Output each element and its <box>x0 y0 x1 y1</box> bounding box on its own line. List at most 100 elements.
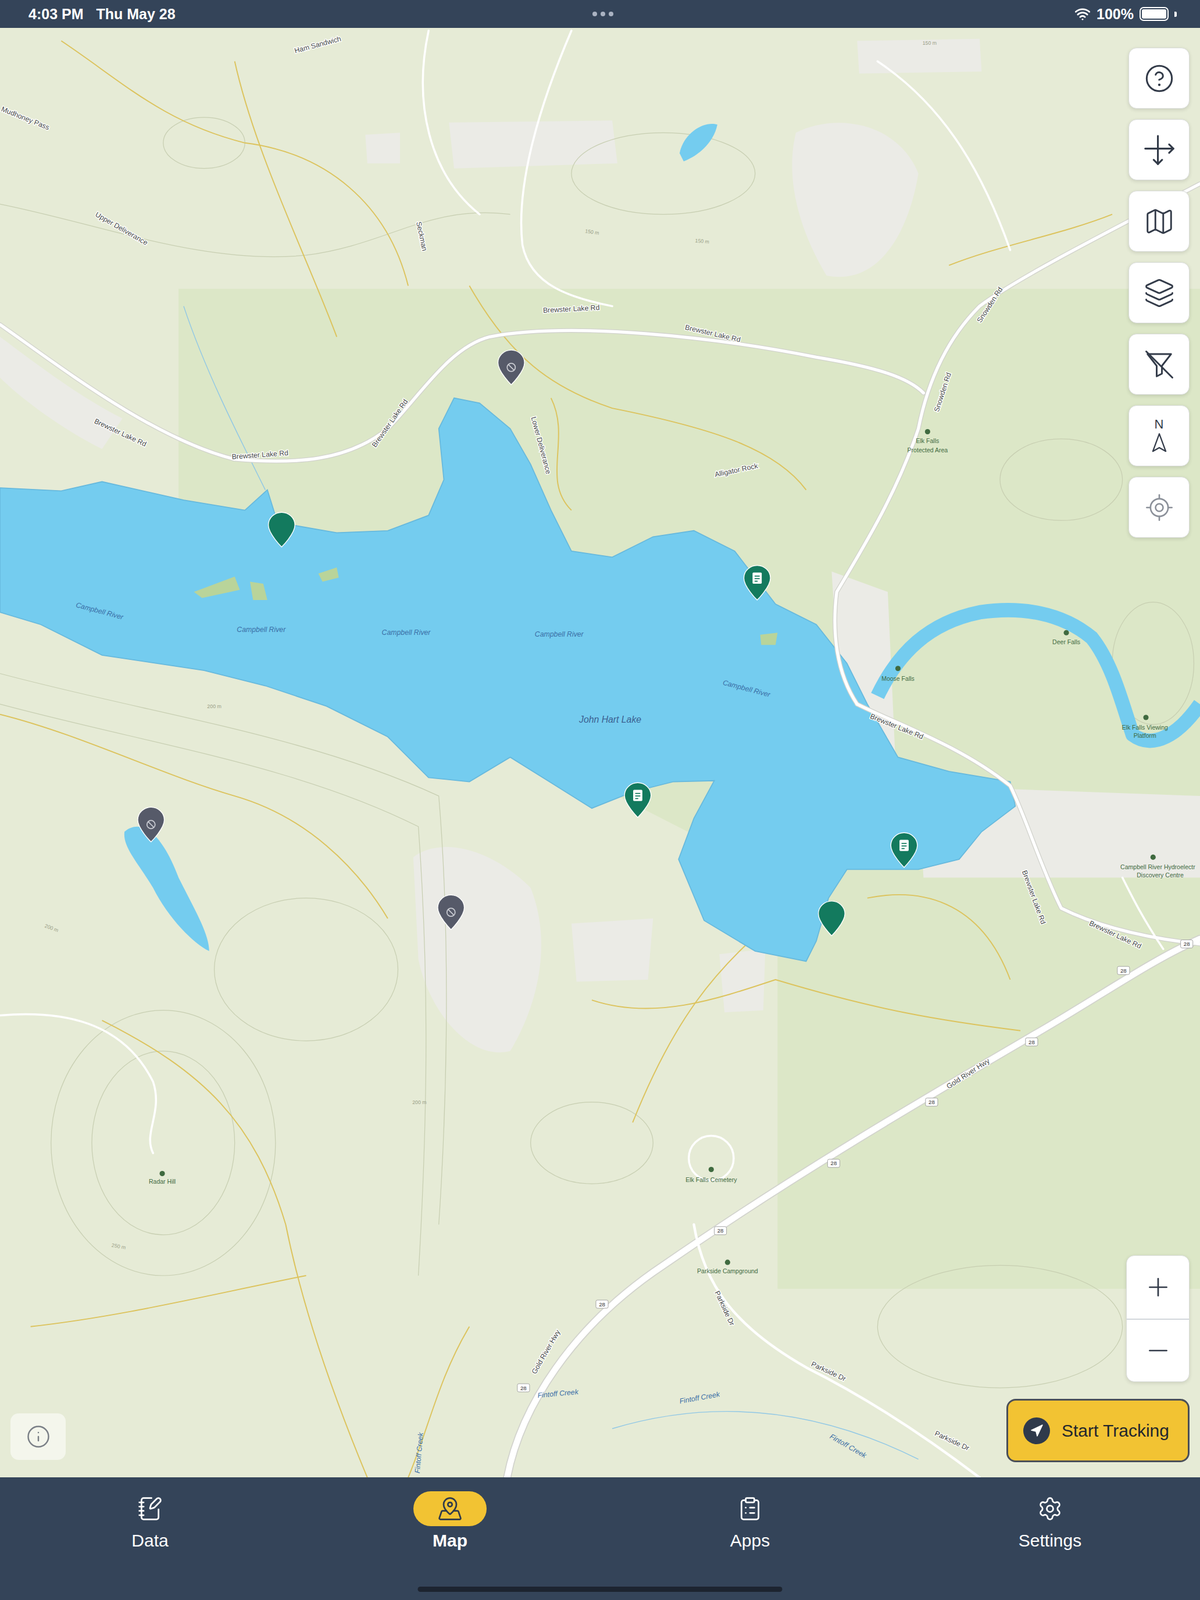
poi-icon[interactable] <box>159 1170 165 1177</box>
svg-text:28: 28 <box>1183 940 1191 948</box>
map-icon <box>1143 205 1175 238</box>
inactive-pin[interactable] <box>437 894 465 930</box>
bottom-nav: DataMapAppsSettings <box>0 1477 1200 1600</box>
map-label: Platform <box>1133 731 1157 739</box>
route-shield: 28 <box>1180 940 1194 949</box>
wifi-icon <box>1074 5 1091 23</box>
document-icon <box>899 840 909 852</box>
record-pin[interactable] <box>268 512 296 548</box>
poi-icon[interactable] <box>1063 630 1070 636</box>
zoom-out-button[interactable] <box>1126 1318 1189 1382</box>
map-label: Brewster Lake Rd <box>1020 869 1048 926</box>
route-shield: 28 <box>714 1226 727 1235</box>
poi-icon[interactable] <box>708 1166 714 1173</box>
start-tracking-button[interactable]: Start Tracking <box>1006 1398 1190 1463</box>
gear-icon <box>1037 1495 1063 1522</box>
map-label: Lower Deliverance <box>529 415 553 475</box>
zoom-controls <box>1126 1255 1190 1382</box>
map-label: Upper Deliverance <box>94 210 150 248</box>
map-label: Campbell River <box>722 678 772 699</box>
basemap-button[interactable] <box>1128 190 1190 252</box>
zoom-in-button[interactable] <box>1126 1255 1189 1319</box>
document-icon <box>633 790 643 802</box>
battery-icon <box>1139 6 1169 21</box>
map-label: Brewster Lake Rd <box>1087 919 1143 951</box>
map-label: Campbell River Hydroelectr <box>1120 863 1196 871</box>
svg-text:28: 28 <box>928 1098 935 1106</box>
svg-text:28: 28 <box>1028 1038 1035 1046</box>
map-label: Fintoff Creek <box>413 1431 425 1474</box>
route-shield: 28 <box>1025 1037 1038 1046</box>
route-shield: 28 <box>517 1383 530 1392</box>
map-label: Parkside Dr <box>933 1429 971 1453</box>
inactive-pin[interactable] <box>497 350 525 385</box>
nav-tab[interactable]: Map <box>300 1491 600 1551</box>
map-label: Brewster Lake Rd <box>543 303 600 315</box>
route-shield: 28 <box>1117 966 1130 975</box>
poi-icon[interactable] <box>1143 714 1149 720</box>
filter-button[interactable] <box>1128 333 1190 395</box>
north-arrow-icon <box>1148 431 1171 455</box>
svg-text:28: 28 <box>598 1301 606 1308</box>
plus-icon <box>1143 1272 1173 1302</box>
map-label: 250 m <box>111 1242 127 1251</box>
map-label: Protected Area <box>907 446 949 454</box>
map-label: Gold River Hwy <box>945 1056 992 1091</box>
map-label: Moose Falls <box>881 675 915 682</box>
blocked-icon <box>506 363 516 372</box>
map-label: Brewster Lake Rd <box>869 712 925 742</box>
poi-icon[interactable] <box>1150 854 1156 860</box>
map-label: Fintoff Creek <box>828 1432 869 1461</box>
locate-button[interactable] <box>1128 476 1190 538</box>
map-pin-icon <box>437 1495 463 1522</box>
map-area[interactable]: Ham Sandwich Mudhoney Pass Upper Deliveran… <box>0 27 1200 1478</box>
map-label: Campbell River <box>236 625 287 634</box>
status-bar: 4:03 PMThu May 28100% <box>0 0 1200 28</box>
blocked-icon <box>447 908 456 917</box>
info-button[interactable] <box>10 1413 66 1460</box>
measure-button[interactable] <box>1128 119 1190 181</box>
map-label: John Hart Lake <box>578 714 642 725</box>
navigation-icon <box>1029 1423 1044 1438</box>
nav-tab[interactable]: Apps <box>600 1491 900 1551</box>
record-pin[interactable] <box>743 565 771 600</box>
map-label: 150 m <box>922 40 937 46</box>
nav-tab[interactable]: Settings <box>900 1491 1200 1551</box>
map-label: Snowden Rd <box>975 285 1005 325</box>
route-shield: 28 <box>925 1098 938 1107</box>
minus-icon <box>1143 1336 1173 1366</box>
map-label: Parkside Campground <box>697 1267 759 1275</box>
map-label: Snowden Rd <box>932 371 953 413</box>
poi-icon[interactable] <box>895 665 901 671</box>
battery-percent: 100% <box>1096 5 1134 23</box>
record-pin[interactable] <box>890 832 918 868</box>
map-label: Deer Falls <box>1052 638 1081 646</box>
record-pin[interactable] <box>818 901 846 937</box>
compass-button[interactable]: N <box>1128 405 1190 467</box>
nav-tab[interactable]: Data <box>0 1491 300 1551</box>
home-indicator <box>418 1586 783 1592</box>
poi-icon[interactable] <box>725 1259 731 1266</box>
svg-text:28: 28 <box>830 1159 838 1167</box>
map-label: Elk Falls Viewing <box>1122 723 1169 731</box>
map-label: Campbell River <box>75 600 125 621</box>
map-label: Parkside Dr <box>809 1359 848 1384</box>
route-shield: 28 <box>595 1300 609 1309</box>
map-label: 200 m <box>206 703 221 710</box>
svg-text:28: 28 <box>520 1384 527 1392</box>
layers-button[interactable] <box>1128 262 1190 324</box>
map-canvas[interactable]: Ham Sandwich Mudhoney Pass Upper Deliveran… <box>0 27 1200 1478</box>
split-arrows-icon <box>1142 133 1177 167</box>
map-label: 150 m <box>584 227 600 236</box>
poi-icon[interactable] <box>925 429 931 435</box>
record-pin[interactable] <box>624 782 652 818</box>
document-icon <box>752 572 762 584</box>
inactive-pin[interactable] <box>137 806 165 842</box>
map-label: Ham Sandwich <box>293 34 342 56</box>
map-label: Alligator Rock <box>713 461 760 480</box>
map-label: Campbell River <box>381 628 432 637</box>
map-label: Mudhoney Pass <box>0 105 51 132</box>
help-button[interactable] <box>1128 47 1190 109</box>
multitask-dots-icon[interactable] <box>592 11 614 17</box>
app-screen: 4:03 PMThu May 28100% Ham Sandwich Mudhone… <box>0 0 1200 1600</box>
